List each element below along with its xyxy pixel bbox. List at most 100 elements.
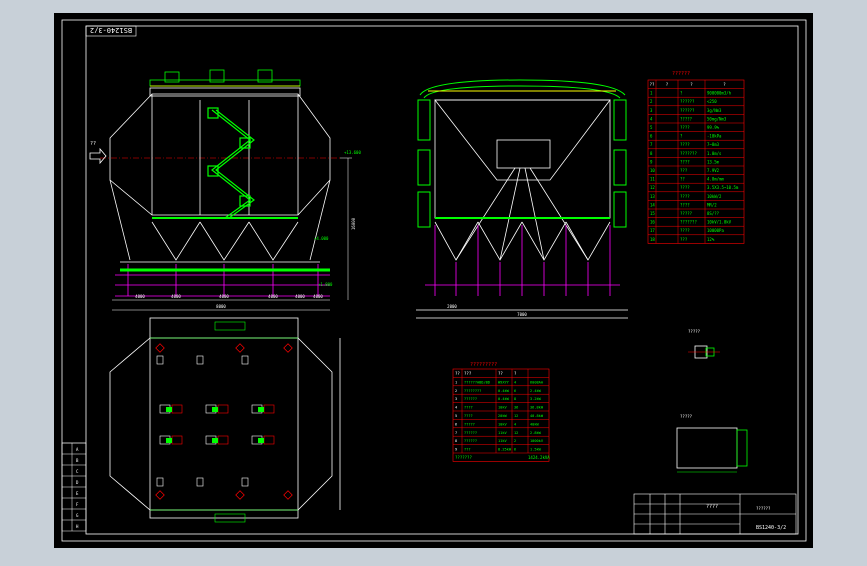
stamp-top-left: BS1240-3/2 — [85, 25, 137, 37]
drawing-sheet: BS1240-3/2 ABCDEFGH ?? 8000 4000 4000 40… — [54, 13, 813, 548]
equip-table-cell: 40kW — [530, 422, 539, 426]
equip-table-title: ????????? — [470, 362, 497, 368]
param-table-cell: 4.8m/mm — [707, 177, 724, 182]
equip-table-cell: 1 — [455, 380, 457, 384]
equip-table-header: ??? — [464, 371, 472, 376]
equip-table-cell: 36 — [514, 406, 518, 410]
equip-table-cell: 4 — [514, 380, 516, 384]
cad-viewport: BS1240-3/2 ABCDEFGH ?? 8000 4000 4000 40… — [0, 0, 867, 562]
param-table-cell: 10kW/2 — [707, 194, 722, 199]
equip-table-cell: ?????? — [464, 397, 477, 401]
equip-table-cell: 6008AA — [530, 380, 544, 384]
equip-table-cell: 3 — [455, 397, 457, 401]
equip-table-cell: 20kW — [498, 414, 507, 418]
plan-nozzle-green — [166, 407, 172, 412]
front-dim-bay-5: 4000 — [295, 294, 305, 299]
param-table-cell: ????? — [680, 116, 693, 121]
equip-table-cell: ????? — [464, 422, 475, 426]
param-table-cell: 10kV/1.0kV — [707, 220, 732, 225]
front-elev-mid: +4.000 — [314, 236, 329, 241]
param-table-cell: ??????? — [680, 220, 697, 225]
equip-table-cell: 8.25kW — [498, 448, 512, 452]
front-dim-bay-2: 4000 — [171, 294, 181, 299]
param-table-cell: 1.0m/s — [707, 151, 722, 156]
equip-table-cell: ?????? — [464, 431, 477, 435]
equip-table-cell: 11kV — [498, 431, 507, 435]
param-table-cell: 10 — [650, 168, 655, 173]
plan-nozzle-green — [258, 407, 264, 412]
param-table-cell: 99.9% — [707, 125, 720, 130]
title-block-center: ???? — [706, 504, 718, 510]
equip-table-cell: ??????ABD/BD — [464, 380, 490, 384]
param-table-cell: 3g/Nm3 — [707, 108, 722, 113]
param-table-cell: ???? — [680, 125, 690, 130]
plan-nozzle-green — [212, 407, 218, 412]
front-elev-low: +1.800 — [318, 282, 333, 287]
equip-table-header: ?? — [498, 371, 503, 376]
plan-nozzle-green — [166, 438, 172, 443]
param-table-cell: -10kPa — [707, 134, 722, 139]
param-table-cell: 17 — [650, 228, 655, 233]
equip-table-cell: 36.8kW — [530, 406, 544, 410]
side-dim-inner: 2000 — [447, 304, 457, 309]
param-table-cell: 10000Pa — [707, 228, 724, 233]
equip-table-cell: ???????? — [464, 389, 481, 393]
equip-table-cell: 2 — [514, 439, 516, 443]
param-table-cell: ??? — [680, 168, 688, 173]
param-table-cell: ???? — [680, 159, 690, 164]
equip-table-cell: 1.5kW — [530, 448, 542, 452]
param-table-cell: 50mg/Nm3 — [707, 116, 727, 121]
param-table-cell: 14 — [650, 202, 655, 207]
plan-nozzle-green — [258, 438, 264, 443]
small-detail-label: ????? — [688, 329, 701, 334]
param-table-header: ?? — [650, 82, 655, 87]
param-table-cell: 7~8m3 — [707, 142, 720, 147]
equip-table-cell: 4 — [455, 406, 457, 410]
front-dim-bay-6: 4000 — [313, 294, 323, 299]
equip-table-cell: 6 — [514, 448, 516, 452]
param-table-cell: ??? — [680, 237, 688, 242]
equip-table-cell: 0.4kW — [498, 389, 510, 393]
param-table-cell: 3.5X3.5~10.5m — [707, 185, 739, 190]
param-table-cell: ?? — [680, 177, 685, 182]
front-dim-total: 8000 — [216, 304, 226, 309]
section-detail-label: ????? — [680, 414, 693, 419]
equip-table-cell: 1000kV — [530, 439, 544, 443]
plan-nozzle-green — [212, 438, 218, 443]
equip-table-cell: 5 — [455, 414, 457, 418]
equip-table-cell: 9 — [455, 448, 457, 452]
equip-table-cell: 12 — [514, 414, 518, 418]
param-table-cell: 13 — [650, 194, 655, 199]
equip-table-cell: 8 — [514, 397, 516, 401]
equip-table-cell: 12 — [514, 431, 518, 435]
param-table-cell: ???? — [680, 185, 690, 190]
front-dim-height: 16000 — [351, 217, 356, 230]
equip-table-header: ?? — [455, 371, 460, 376]
front-dim-bay-3: 4000 — [219, 294, 229, 299]
param-table-cell: 15 — [650, 211, 655, 216]
equip-table-cell: W9XYY — [498, 380, 510, 384]
equip-table-cell: 6 — [514, 389, 516, 393]
title-block-name: ?????? — [756, 506, 771, 511]
param-table-cell: ??????? — [680, 151, 697, 156]
front-elev-top: +13.600 — [344, 150, 361, 155]
equip-table-cell: 4 — [514, 422, 516, 426]
front-dim-bay-4: 4000 — [268, 294, 278, 299]
param-table-cell: 16 — [650, 220, 655, 225]
equip-table-cell: 7 — [455, 431, 457, 435]
front-dim-bay-1: 4000 — [135, 294, 145, 299]
param-table-cell: 900000m3/h — [707, 91, 732, 96]
param-table-cell: 18 — [650, 237, 655, 242]
param-table-cell: ???? — [680, 202, 690, 207]
param-table-cell: ???? — [680, 194, 690, 199]
param-table-cell: ???? — [680, 228, 690, 233]
equip-table-cell: 6 — [455, 422, 457, 426]
param-table-cell: 11 — [650, 177, 655, 182]
param-table-cell: 12 — [650, 185, 655, 190]
param-table-cell: 12% — [707, 237, 715, 242]
inlet-arrow-label: ?? — [90, 141, 96, 147]
equip-table-cell: ???? — [464, 406, 473, 410]
param-table-cell: MR/2 — [707, 202, 717, 207]
param-table-cell: 8S/?? — [707, 211, 720, 216]
param-table-cell: ?????? — [680, 99, 695, 104]
